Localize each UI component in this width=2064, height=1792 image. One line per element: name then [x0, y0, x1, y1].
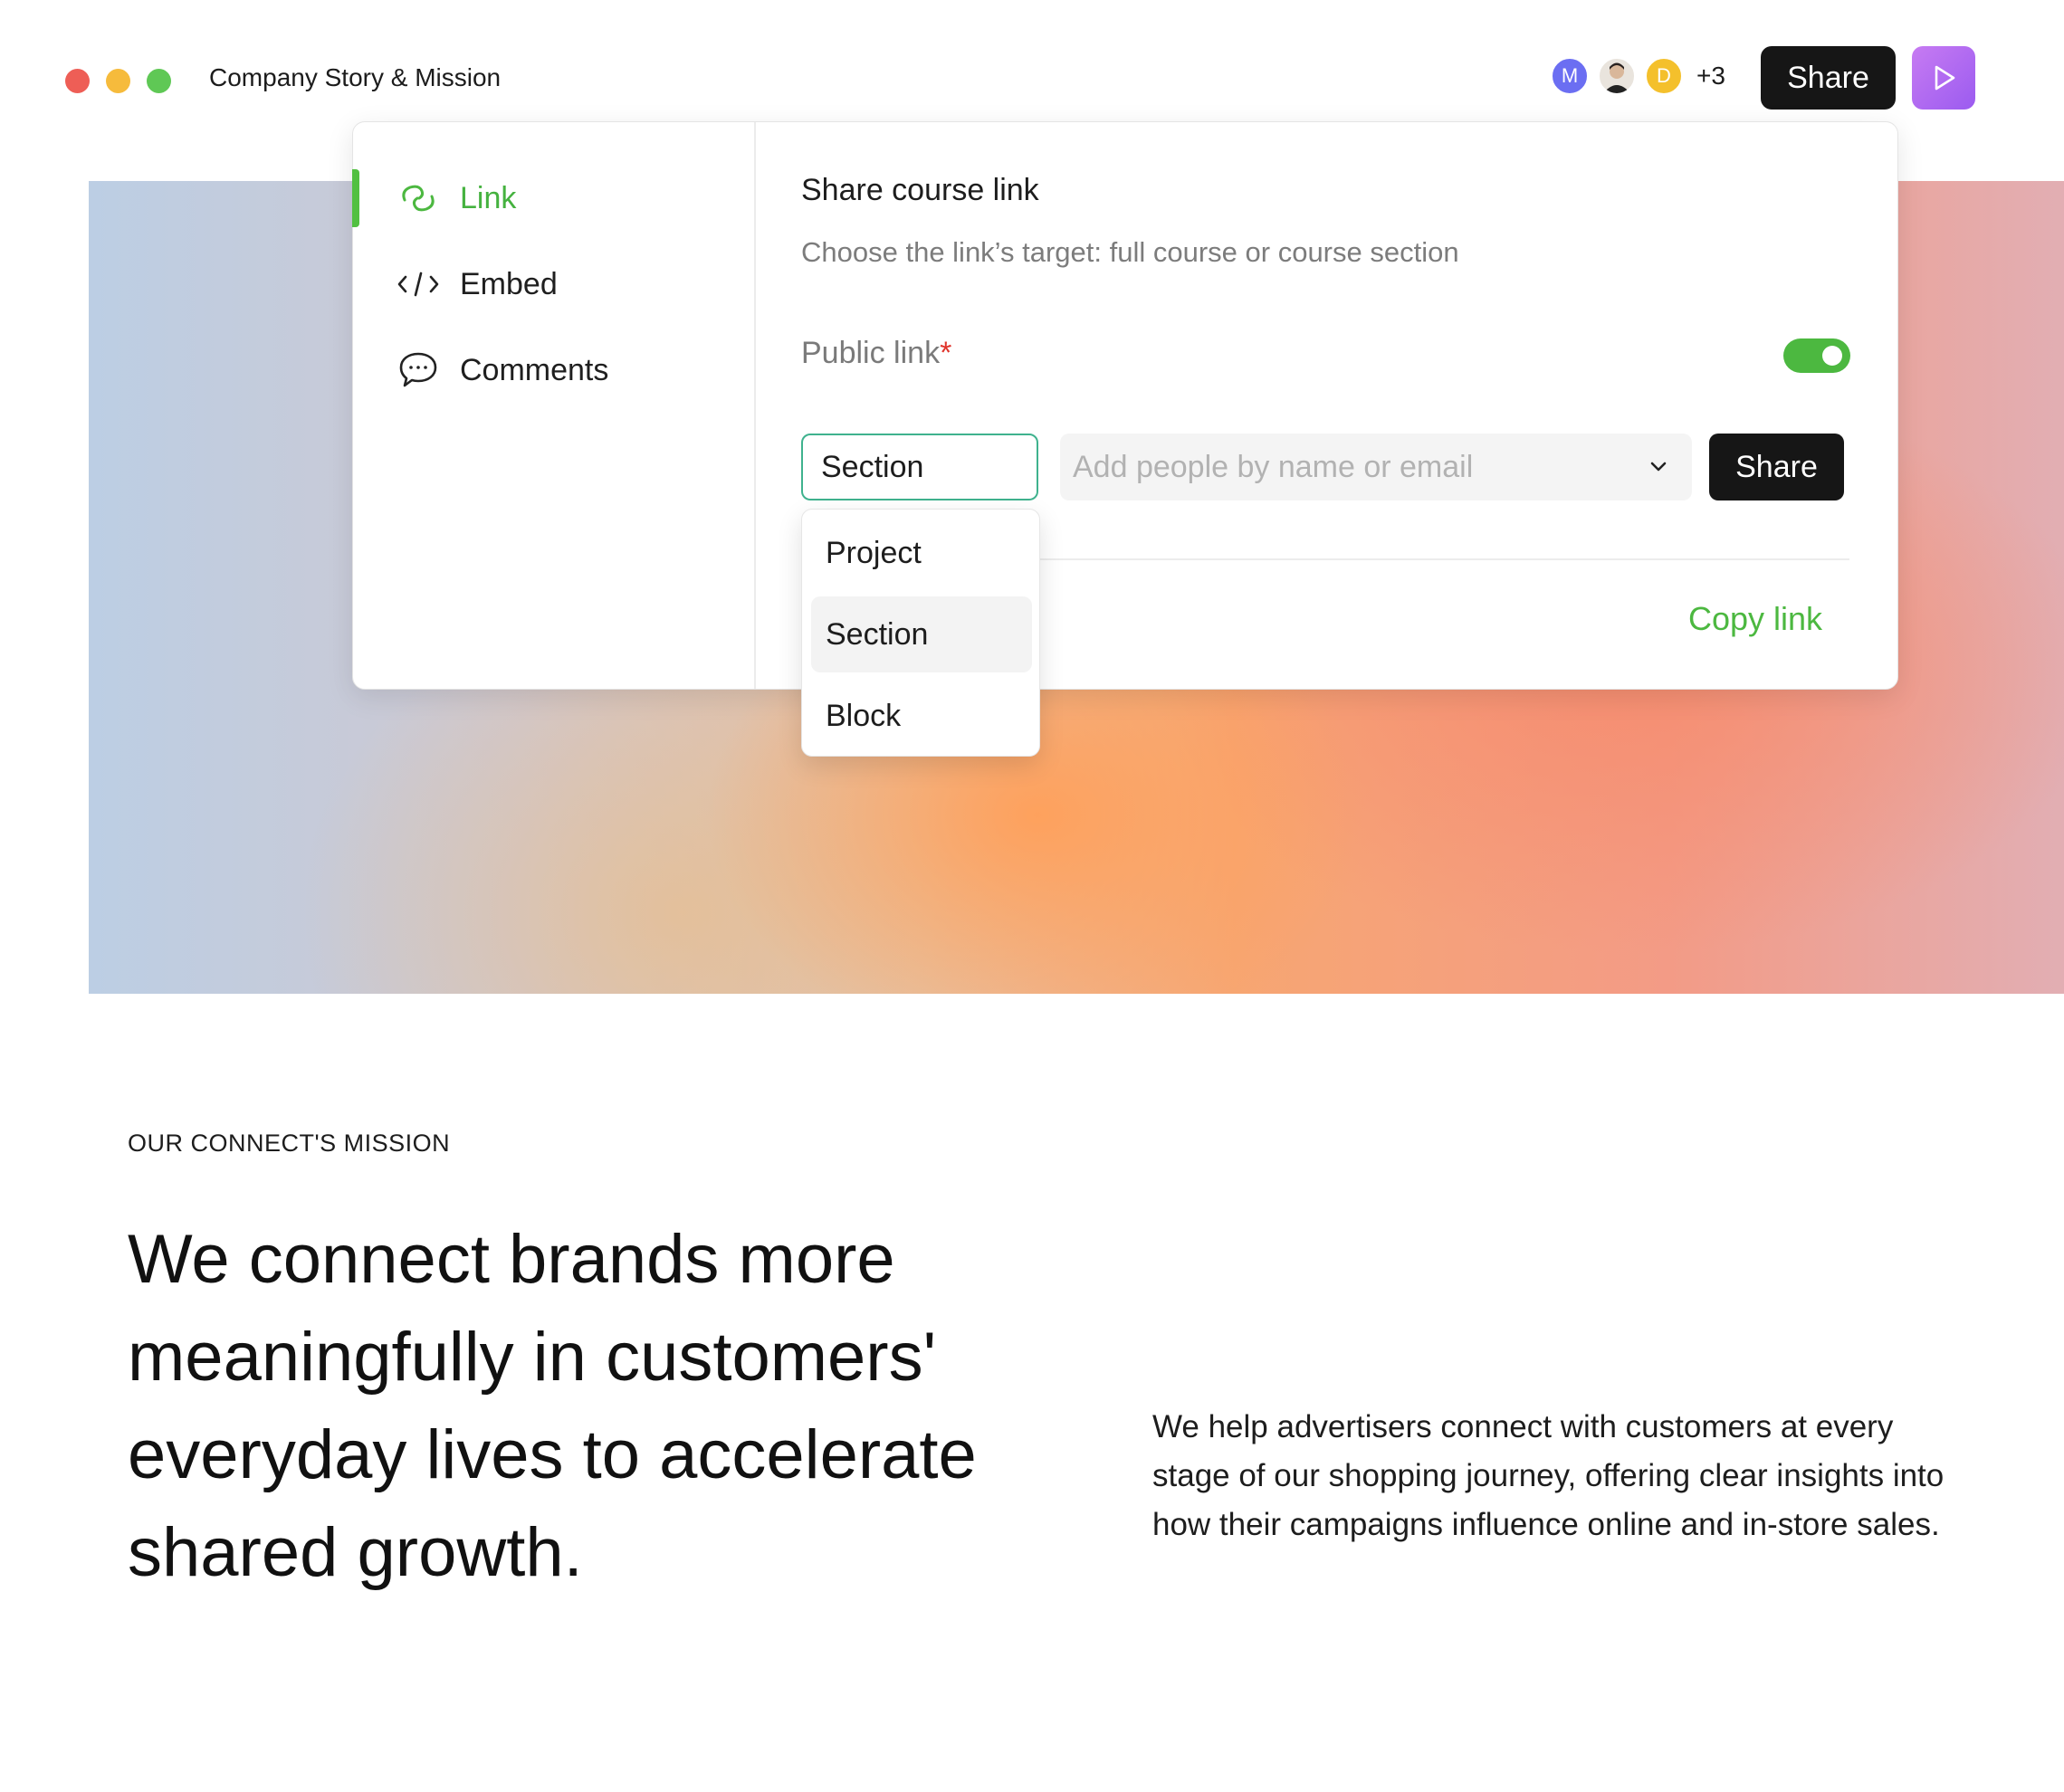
collaborator-avatars[interactable]: M D +3 — [1550, 56, 1725, 96]
tab-link[interactable]: Link — [397, 171, 516, 225]
tab-embed-label: Embed — [460, 266, 558, 301]
dropdown-option-project[interactable]: Project — [811, 515, 1032, 591]
minimize-window-button[interactable] — [106, 69, 130, 93]
mission-body: We help advertisers connect with custome… — [1152, 1409, 1945, 1542]
maximize-window-button[interactable] — [147, 69, 171, 93]
dropdown-option-block[interactable]: Block — [811, 678, 1032, 754]
avatar-photo[interactable] — [1597, 56, 1637, 96]
avatar[interactable]: M — [1550, 56, 1590, 96]
chevron-down-icon[interactable] — [1645, 453, 1672, 481]
link-target-select[interactable]: Section — [801, 434, 1038, 500]
tab-link-label: Link — [460, 180, 517, 215]
present-button[interactable] — [1912, 46, 1975, 110]
header-share-button[interactable]: Share — [1761, 46, 1896, 110]
mission-eyebrow: OUR CONNECT'S MISSION — [128, 1130, 451, 1157]
share-dialog-sidebar: Link Embed Comments — [352, 122, 756, 689]
dialog-title: Share course link — [801, 173, 1039, 207]
dropdown-option-section[interactable]: Section — [811, 596, 1032, 672]
tab-embed[interactable]: Embed — [397, 257, 558, 311]
active-tab-indicator — [352, 169, 359, 227]
required-marker: * — [940, 336, 952, 370]
public-link-toggle[interactable] — [1783, 338, 1850, 373]
window-controls — [65, 69, 171, 93]
mission-headline: We connect brands more meaningfully in c… — [128, 1221, 977, 1591]
tab-comments-label: Comments — [460, 352, 609, 387]
link-icon — [397, 176, 440, 220]
share-people-button[interactable]: Share — [1709, 434, 1844, 500]
people-input[interactable]: Add people by name or email — [1060, 434, 1692, 500]
comment-icon — [397, 348, 440, 392]
people-input-placeholder: Add people by name or email — [1073, 449, 1474, 484]
avatar-overflow-count[interactable]: +3 — [1696, 62, 1725, 91]
play-icon — [1935, 65, 1955, 91]
public-link-label: Public link* — [801, 336, 951, 371]
public-link-text: Public link — [801, 336, 941, 370]
dialog-subtitle: Choose the link’s target: full course or… — [801, 236, 1459, 268]
avatar[interactable]: D — [1644, 56, 1684, 96]
code-icon — [397, 262, 440, 306]
close-window-button[interactable] — [65, 69, 90, 93]
link-target-dropdown: Project Section Block — [801, 509, 1040, 757]
copy-link-button[interactable]: Copy link — [1688, 600, 1822, 638]
tab-comments[interactable]: Comments — [397, 343, 608, 397]
document-title: Company Story & Mission — [209, 63, 502, 91]
share-dialog: Link Embed Comments Share course link Ch… — [352, 121, 1898, 690]
